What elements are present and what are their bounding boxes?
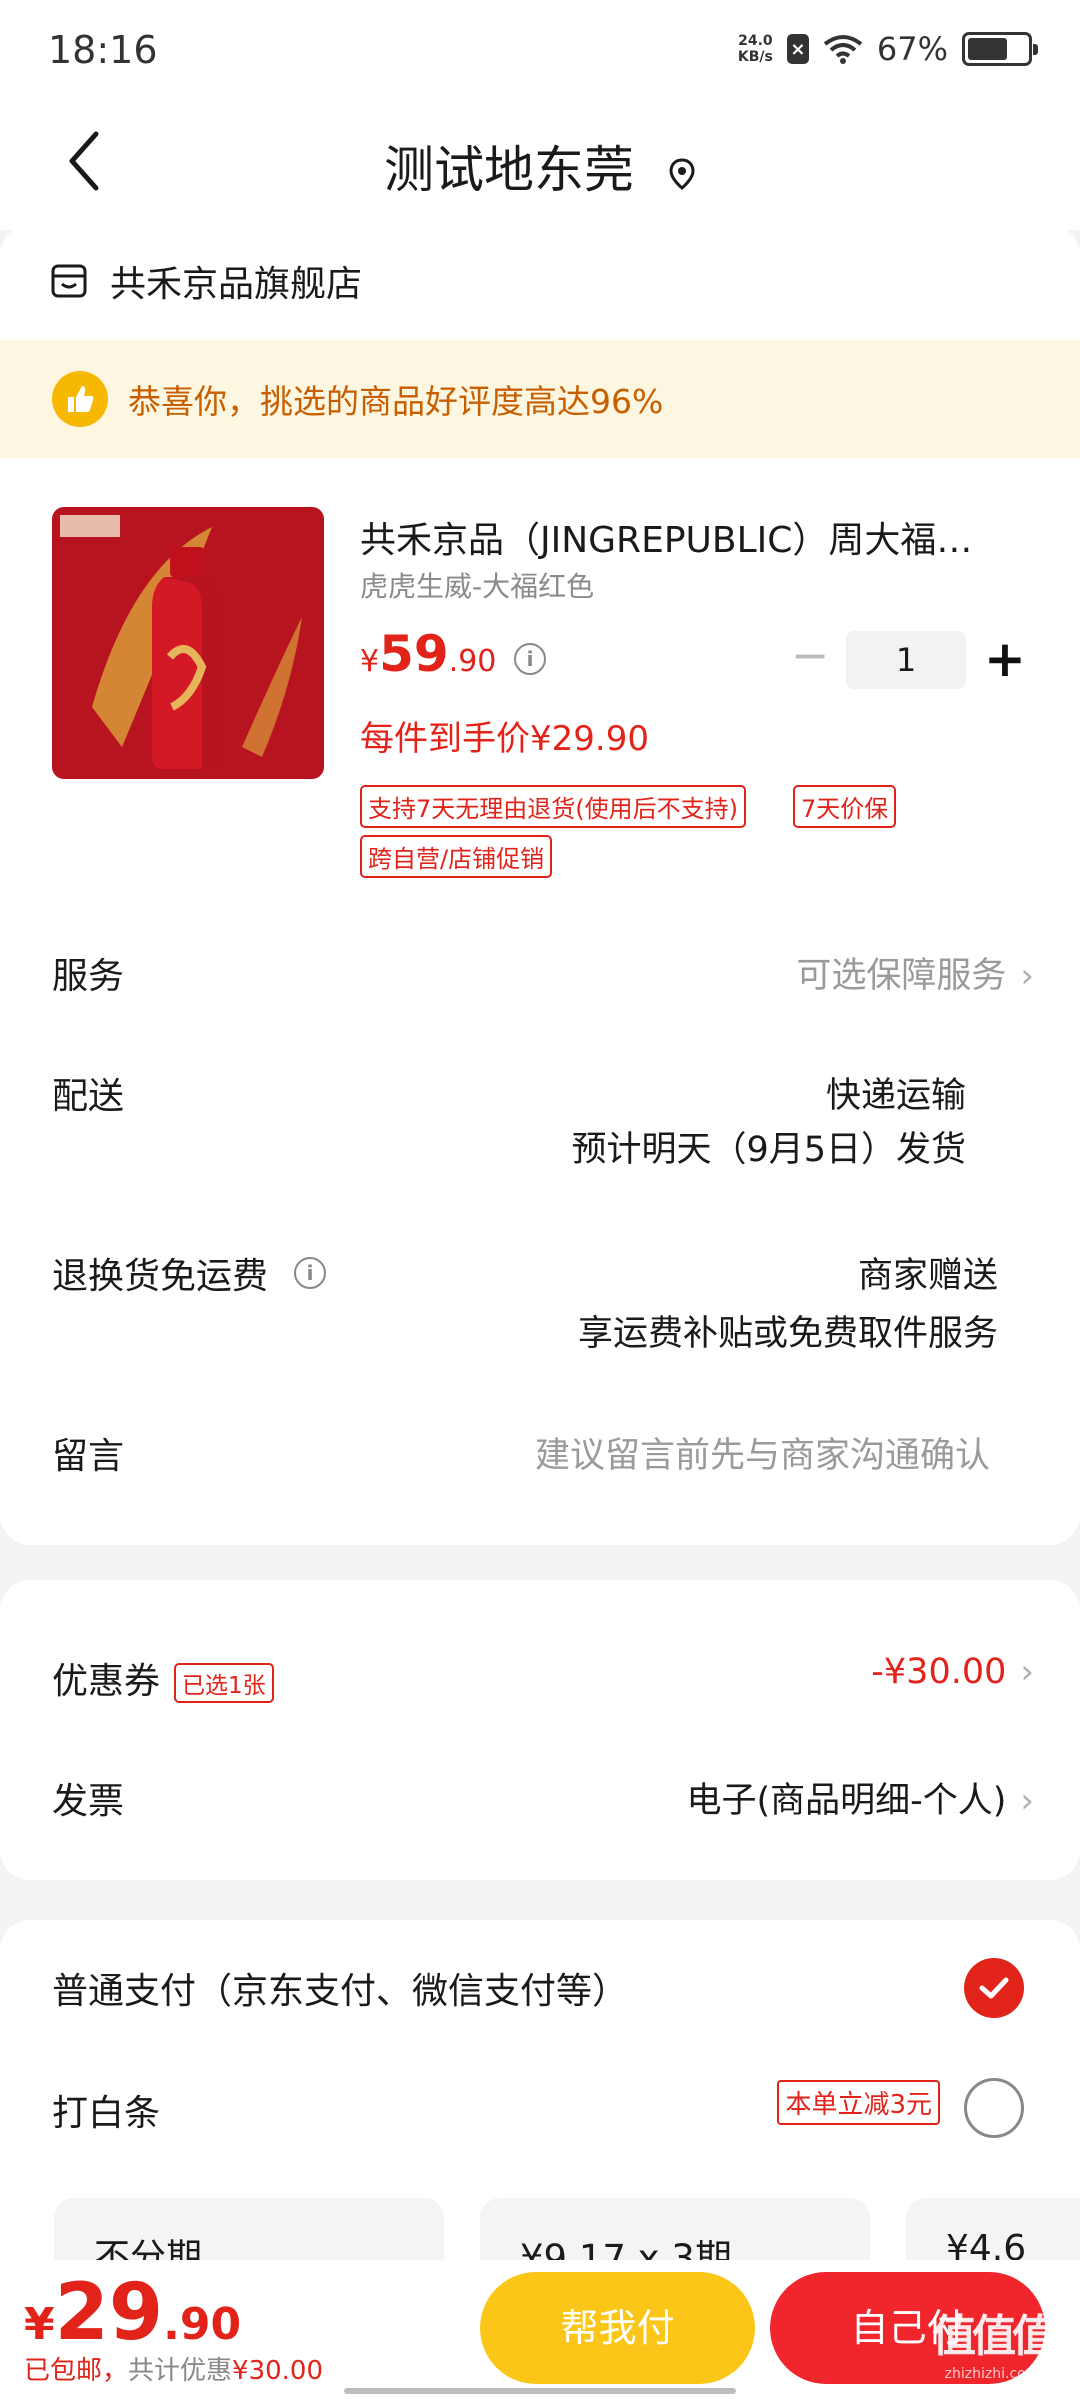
shop-icon [51, 264, 87, 298]
shop-name: 共禾京品旗舰店 [110, 264, 363, 305]
tag-promotion: 跨自营/店铺促销 [360, 835, 553, 878]
price-currency: ¥ [360, 644, 380, 679]
price-decimal: .90 [448, 644, 497, 679]
notification-icon: × [786, 34, 809, 64]
status-bar: 18:16 24.0 KB/s × 67% [0, 0, 1080, 100]
location-pin-icon [669, 157, 695, 190]
product-price: ¥59.90 [360, 625, 496, 683]
discount-value: ¥30.00 [232, 2356, 324, 2386]
total-price: ¥29.90 [24, 2268, 241, 2358]
product-name[interactable]: 共禾京品（JINGREPUBLIC）周大福虎虎生威 [360, 511, 1000, 563]
battery-level [968, 38, 1007, 60]
payment-option-normal[interactable]: 普通支付（京东支付、微信支付等） [52, 1962, 628, 2014]
status-time: 18:16 [48, 28, 158, 72]
help-pay-button[interactable]: 帮我付 [480, 2272, 755, 2384]
home-indicator[interactable] [344, 2388, 736, 2394]
payment-option-baitiao[interactable]: 打白条 [52, 2084, 160, 2136]
product-image[interactable] [52, 507, 324, 779]
service-label: 服务 [52, 956, 125, 997]
checkout-bar: ¥29.90 已包邮，共计优惠¥30.00 帮我付 自己付 值值值 zhizhi… [0, 2260, 1080, 2400]
wifi-icon [823, 35, 863, 64]
tag-return-policy: 支持7天无理由退货(使用后不支持) [360, 785, 746, 828]
chevron-right-icon: › [1020, 956, 1034, 996]
coupon-badge: 已选1张 [174, 1663, 274, 1703]
rating-banner: 恭喜你，挑选的商品好评度高达96% [0, 340, 1080, 458]
shipping-note: 已包邮， [24, 2356, 129, 2386]
return-label: 退换货免运费 [52, 1256, 269, 1297]
rating-banner-text: 恭喜你，挑选的商品好评度高达96% [128, 382, 664, 421]
payment-normal-radio[interactable] [964, 1958, 1024, 2018]
coupon-label: 优惠券 [52, 1661, 161, 1702]
deal-price: 每件到手价¥29.90 [360, 719, 649, 759]
coupon-value: -¥30.00 [871, 1652, 1007, 1692]
service-row-value[interactable]: 可选保障服务 › [796, 947, 1034, 998]
status-icons: 24.0 KB/s × 67% [738, 30, 1038, 68]
return-value: 商家赠送 [857, 1256, 998, 1296]
total-integer: 29 [54, 2268, 164, 2358]
payment-baitiao-radio[interactable] [964, 2078, 1024, 2138]
invoice-row-value[interactable]: 电子(商品明细-个人) › [686, 1772, 1034, 1823]
invoice-value: 电子(商品明细-个人) [686, 1781, 1007, 1821]
product-variant[interactable]: 虎虎生威-大福红色 [360, 565, 594, 605]
chevron-right-icon: › [1020, 1781, 1034, 1821]
battery-percentage: 67% [876, 30, 948, 68]
coupon-label-group: 优惠券 已选1张 [52, 1652, 274, 1704]
quantity-value[interactable]: 1 [846, 631, 966, 689]
delivery-eta: 预计明天（9月5日）发货 [571, 1130, 966, 1170]
total-decimal: .90 [163, 2299, 242, 2350]
quantity-increase-button[interactable]: + [980, 631, 1030, 689]
thumbs-up-icon [52, 371, 108, 427]
network-speed-value: 24.0 [738, 33, 773, 49]
page-title-text: 测试地东莞 [384, 141, 635, 199]
note-input[interactable]: 建议留言前先与商家沟通确认 [535, 1427, 990, 1478]
price-info-icon[interactable]: i [514, 643, 546, 675]
title-bar: 测试地东莞 [0, 100, 1080, 230]
delivery-label: 配送 [52, 1076, 125, 1117]
delivery-value[interactable]: 快递运输 [826, 1067, 966, 1118]
tag-price-protect: 7天价保 [793, 785, 897, 828]
service-value: 可选保障服务 [796, 956, 1007, 996]
watermark-logo: 值值值 zhizhizhi.com [932, 2300, 1056, 2382]
page-title[interactable]: 测试地东莞 [0, 130, 1080, 202]
network-speed-unit: KB/s [737, 49, 773, 65]
note-label: 留言 [52, 1436, 125, 1477]
shop-row[interactable]: 共禾京品旗舰店 [50, 255, 362, 307]
watermark-url: zhizhizhi.com [944, 2366, 1040, 2382]
baitiao-promo-badge: 本单立减3元 [777, 2080, 940, 2125]
return-label-group: 退换货免运费 i [52, 1247, 327, 1299]
discount-card: 优惠券 已选1张 -¥30.00 › 发票 电子(商品明细-个人) › [0, 1580, 1080, 1880]
return-info-icon[interactable]: i [294, 1257, 327, 1289]
quantity-decrease-button[interactable]: − [790, 632, 830, 678]
return-detail: 享运费补贴或免费取件服务 [577, 1314, 998, 1354]
price-integer: 59 [379, 625, 449, 683]
checkmark-icon [979, 1977, 1009, 1999]
battery-icon [962, 32, 1038, 66]
coupon-row-value[interactable]: -¥30.00 › [871, 1652, 1034, 1692]
order-card: 共禾京品旗舰店 恭喜你，挑选的商品好评度高达96% 共禾京品（JINGREPUB… [0, 225, 1080, 1545]
invoice-label: 发票 [52, 1781, 125, 1822]
discount-label: 共计优惠 [128, 2356, 233, 2386]
watermark-logo-text: 值值值 [932, 2311, 1056, 2362]
chevron-right-icon: › [1020, 1652, 1034, 1692]
total-currency: ¥ [24, 2299, 55, 2350]
total-summary: 已包邮，共计优惠¥30.00 [24, 2350, 323, 2387]
network-speed: 24.0 KB/s [738, 33, 773, 65]
